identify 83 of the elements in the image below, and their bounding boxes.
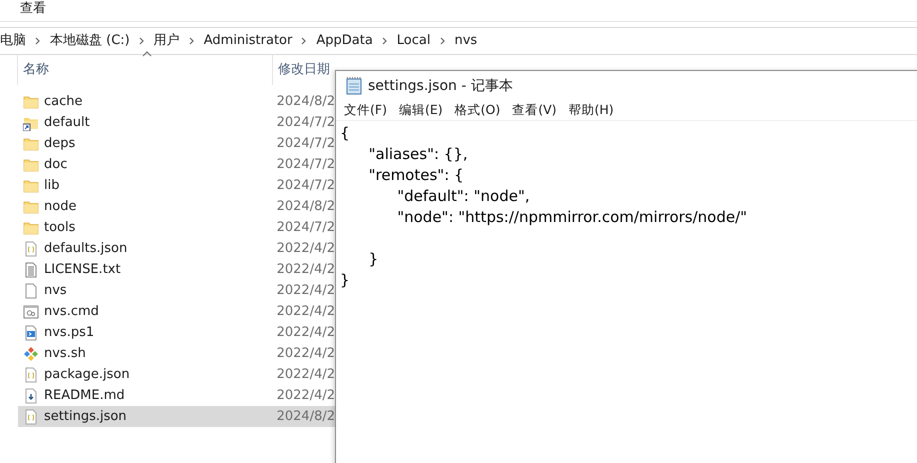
folder-icon — [23, 198, 39, 214]
file-name: LICENSE.txt — [44, 260, 122, 279]
menu-item[interactable]: 编辑(E) — [392, 101, 449, 120]
file-date: 2024/7/2 — [276, 176, 335, 195]
folder-icon — [23, 136, 39, 152]
sort-caret-icon — [142, 51, 152, 57]
breadcrumb-item[interactable]: AppData — [310, 31, 379, 51]
file-row[interactable]: deps 2024/7/2 — [18, 133, 335, 154]
folder-icon — [23, 156, 39, 172]
file-date: 2022/4/2 — [276, 282, 335, 300]
gear-file-icon — [23, 304, 39, 320]
file-date: 2022/4/2 — [276, 344, 335, 363]
file-date: 2022/4/2 — [276, 366, 335, 384]
file-name: nvs.ps1 — [44, 324, 96, 342]
document-text[interactable]: { "aliases": {}, "remotes": { "default": "node", "node": "https://npmmirror.com/mirrors/node/" } } — [336, 121, 917, 293]
file-date: 2022/4/2 — [276, 260, 335, 279]
breadcrumb-item[interactable]: 本地磁盘 (C:) — [44, 31, 136, 51]
file-name: settings.json — [44, 408, 128, 426]
file-date: 2022/4/2 — [276, 324, 335, 342]
file-row[interactable]: cache 2024/8/2 — [18, 91, 335, 112]
file-date: 2024/8/2 — [276, 198, 335, 216]
file-name: README.md — [44, 386, 126, 405]
breadcrumb-item[interactable]: 电脑 — [0, 31, 32, 51]
file-row[interactable]: tools 2024/7/2 — [18, 217, 335, 238]
file-row[interactable]: node 2024/8/2 — [18, 196, 335, 217]
column-header[interactable]: 名称 — [23, 60, 49, 80]
file-date: 2024/7/2 — [276, 218, 335, 237]
menu-item[interactable]: 帮助(H) — [562, 101, 620, 120]
column-header[interactable]: 修改日期 — [278, 60, 330, 80]
file-name: nvs.cmd — [44, 302, 100, 321]
notepad-icon — [346, 77, 362, 95]
file-name: default — [44, 114, 91, 132]
address-bar[interactable]: 电脑 本地磁盘 (C:) 用户 Administrator AppData Local nvs — [0, 27, 917, 55]
file-row[interactable]: nvs 2022/4/2 — [18, 280, 335, 301]
folder-icon — [23, 220, 39, 236]
window-title: settings.json - 记事本 — [368, 76, 513, 96]
file-name: package.json — [44, 366, 131, 384]
folder-icon — [23, 178, 39, 194]
file-row[interactable]: default 2024/7/2 — [18, 112, 335, 133]
breadcrumb-item[interactable]: Administrator — [198, 31, 298, 51]
file-row[interactable]: package.json 2022/4/2 — [18, 364, 335, 385]
file-name: deps — [44, 134, 76, 153]
file-name: node — [44, 198, 78, 216]
breadcrumb-item[interactable]: Local — [390, 31, 436, 51]
json-file-icon — [23, 366, 39, 382]
file-row[interactable]: settings.json 2024/8/2 — [18, 406, 335, 427]
breadcrumb-item[interactable]: nvs — [448, 31, 484, 51]
diamond-logo-icon — [23, 346, 39, 362]
file-name: lib — [44, 176, 60, 195]
file-date: 2024/7/2 — [276, 134, 335, 153]
file-name: cache — [44, 92, 84, 111]
menu-item[interactable]: 查看(V) — [506, 101, 563, 120]
file-row[interactable]: lib 2024/7/2 — [18, 175, 335, 196]
file-name: nvs — [44, 282, 68, 300]
file-icon — [23, 282, 39, 298]
file-row[interactable]: LICENSE.txt 2022/4/2 — [18, 259, 335, 280]
file-date: 2022/4/2 — [276, 240, 335, 258]
breadcrumb-item[interactable]: 用户 — [148, 31, 186, 51]
file-date: 2024/8/2 — [276, 408, 335, 426]
json-file-icon — [23, 240, 39, 256]
menu-item[interactable]: 文件(F) — [338, 101, 393, 120]
ribbon-tab[interactable]: 查看 — [20, 1, 46, 16]
file-row[interactable]: defaults.json 2022/4/2 — [18, 238, 335, 259]
file-row[interactable]: nvs.sh 2022/4/2 — [18, 343, 335, 364]
markdown-file-icon — [23, 388, 39, 404]
file-name: doc — [44, 156, 68, 174]
file-name: tools — [44, 218, 76, 237]
folder-icon — [23, 94, 39, 110]
json-file-icon — [23, 408, 39, 424]
text-file-icon — [23, 262, 39, 278]
file-row[interactable]: nvs.cmd 2022/4/2 — [18, 301, 335, 322]
file-date: 2022/4/2 — [276, 386, 335, 405]
file-date: 2024/8/2 — [276, 92, 335, 111]
file-name: defaults.json — [44, 240, 128, 258]
file-row[interactable]: doc 2024/7/2 — [18, 154, 335, 175]
file-date: 2024/7/2 — [276, 114, 335, 132]
file-row[interactable]: nvs.ps1 2022/4/2 — [18, 322, 335, 343]
file-row[interactable]: README.md 2022/4/2 — [18, 385, 335, 406]
file-name: nvs.sh — [44, 344, 87, 363]
file-date: 2022/4/2 — [276, 302, 335, 321]
file-date: 2024/7/2 — [276, 156, 335, 174]
menu-item[interactable]: 格式(O) — [448, 101, 506, 120]
script-file-icon — [23, 324, 39, 340]
